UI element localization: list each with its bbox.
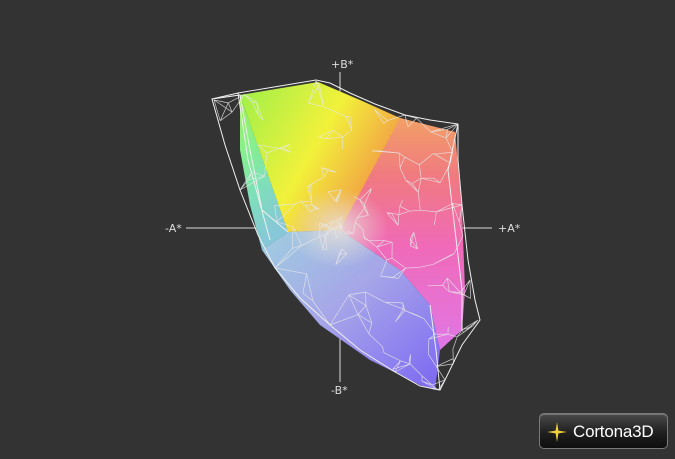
axis-label-a-minus: -A*	[165, 222, 182, 235]
cortona3d-logo[interactable]: Cortona3D	[539, 413, 668, 449]
axis-label-b-minus: -B*	[331, 384, 348, 397]
cortona-logo-text: Cortona3D	[573, 422, 654, 441]
axis-label-b-plus: +B*	[331, 58, 354, 71]
axis-label-a-plus: +A*	[498, 222, 521, 235]
3d-viewport[interactable]: +B* -B* -A* +A*	[0, 0, 675, 455]
cortona-star-icon	[547, 422, 567, 442]
